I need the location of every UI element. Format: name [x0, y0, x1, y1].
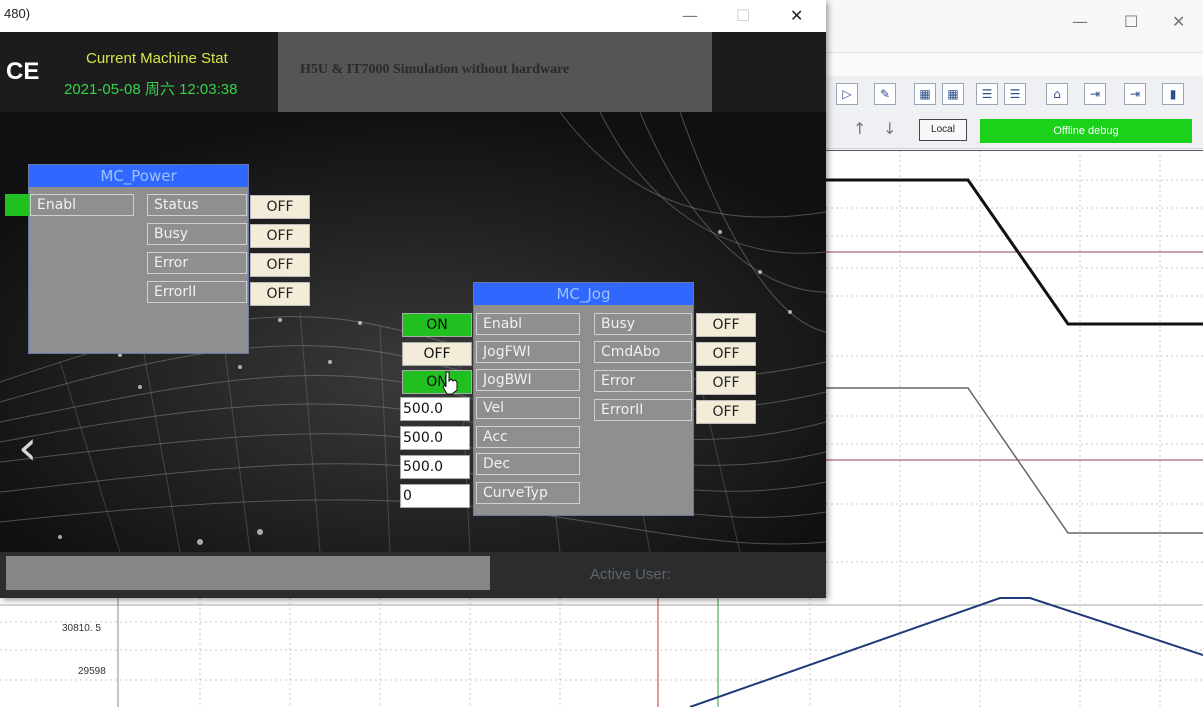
- align-alt-icon[interactable]: ☰: [1004, 83, 1026, 105]
- edit-icon[interactable]: ✎: [874, 83, 896, 105]
- hmi-window-title: 480): [4, 6, 31, 21]
- mc-jog-output-pin: CmdAbo: [594, 341, 692, 363]
- local-button[interactable]: Local: [919, 119, 967, 141]
- mc-power-output-pin: ErrorII: [147, 281, 247, 303]
- lock-icon[interactable]: ⌂: [1046, 83, 1068, 105]
- mc-power-output-pin: Busy: [147, 223, 247, 245]
- hmi-maximize-button[interactable]: ☐: [736, 6, 750, 25]
- simulation-banner-text: H5U & IT7000 Simulation without hardware: [300, 62, 570, 77]
- mc-jog-input-pin: JogBWI: [476, 369, 580, 391]
- panel-icon[interactable]: ▮: [1162, 83, 1184, 105]
- mc-jog-input-pin: Vel: [476, 397, 580, 419]
- mc-jog-input-pin: CurveTyp: [476, 482, 580, 504]
- jog-velocity-input[interactable]: 500.0: [400, 397, 470, 421]
- mc-jog-output-pin: Error: [594, 370, 692, 392]
- mc-jog-error-value: OFF: [696, 371, 756, 395]
- mc-power-output-pin: Status: [147, 194, 247, 216]
- y-tick-label: 30810. 5: [62, 623, 101, 634]
- mc-power-enable-pin: Enabl: [30, 194, 134, 216]
- y-tick-label: 29598: [78, 666, 106, 677]
- login-icon[interactable]: ⇥: [1084, 83, 1106, 105]
- grid-alt-icon[interactable]: ▦: [942, 83, 964, 105]
- jog-curve-type-input[interactable]: 0: [400, 484, 470, 508]
- mc-power-title: MC_Power: [29, 165, 248, 187]
- mc-jog-input-pin: Enabl: [476, 313, 580, 335]
- mc-jog-input-pin: Acc: [476, 426, 580, 448]
- trend-titlebar: — ☐ ✕: [826, 0, 1203, 53]
- down-arrow-icon[interactable]: ↓: [883, 119, 896, 138]
- trend-toolbar: ▷ ✎ ▦ ▦ ☰ ☰ ⌂ ⇥ ⇥ ▮: [826, 76, 1203, 112]
- hand-cursor-icon: [442, 371, 458, 395]
- mc-jog-errorid-value: OFF: [696, 400, 756, 424]
- footer-message-bar: [6, 556, 490, 590]
- active-user-label: Active User:: [590, 566, 671, 583]
- jog-forward-toggle[interactable]: OFF: [402, 342, 472, 366]
- mc-jog-output-pin: ErrorII: [594, 399, 692, 421]
- jog-enable-toggle[interactable]: ON: [402, 313, 472, 337]
- jog-deceleration-input[interactable]: 500.0: [400, 455, 470, 479]
- mc-power-enable-indicator: [5, 194, 29, 216]
- logout-icon[interactable]: ⇥: [1124, 83, 1146, 105]
- offline-debug-status: Offline debug: [980, 119, 1192, 143]
- trend-minimize-button[interactable]: —: [1072, 12, 1088, 31]
- align-icon[interactable]: ☰: [976, 83, 998, 105]
- run-icon[interactable]: ▷: [836, 83, 858, 105]
- mc-power-status-value: OFF: [250, 195, 310, 219]
- hmi-window: 480) — ☐ ✕ CE Current Machine Stat 2021-…: [0, 0, 826, 598]
- datetime-label: 2021-05-08 周六 12:03:38: [64, 81, 238, 98]
- brand-logo: CE: [6, 58, 40, 85]
- hmi-minimize-button[interactable]: —: [682, 6, 698, 25]
- simulation-banner: H5U & IT7000 Simulation without hardware: [278, 32, 712, 112]
- mc-power-error-value: OFF: [250, 253, 310, 277]
- back-arrow-icon[interactable]: ‹: [18, 424, 37, 472]
- mc-jog-title: MC_Jog: [474, 283, 693, 305]
- mc-power-busy-value: OFF: [250, 224, 310, 248]
- hmi-close-button[interactable]: ✕: [790, 6, 803, 25]
- mc-jog-input-pin: Dec: [476, 453, 580, 475]
- jog-acceleration-input[interactable]: 500.0: [400, 426, 470, 450]
- mc-jog-output-pin: Busy: [594, 313, 692, 335]
- jog-backward-toggle[interactable]: ON: [402, 370, 472, 394]
- mc-jog-input-pin: JogFWI: [476, 341, 580, 363]
- mc-jog-cmdaborted-value: OFF: [696, 342, 756, 366]
- mc-jog-busy-value: OFF: [696, 313, 756, 337]
- mc-power-errorid-value: OFF: [250, 282, 310, 306]
- hmi-titlebar: 480) — ☐ ✕: [0, 0, 826, 32]
- grid-icon[interactable]: ▦: [914, 83, 936, 105]
- machine-status-label: Current Machine Stat: [86, 50, 228, 67]
- up-arrow-icon[interactable]: ↑: [853, 119, 866, 138]
- mc-power-output-pin: Error: [147, 252, 247, 274]
- trend-maximize-button[interactable]: ☐: [1124, 12, 1138, 31]
- trend-close-button[interactable]: ✕: [1172, 12, 1185, 31]
